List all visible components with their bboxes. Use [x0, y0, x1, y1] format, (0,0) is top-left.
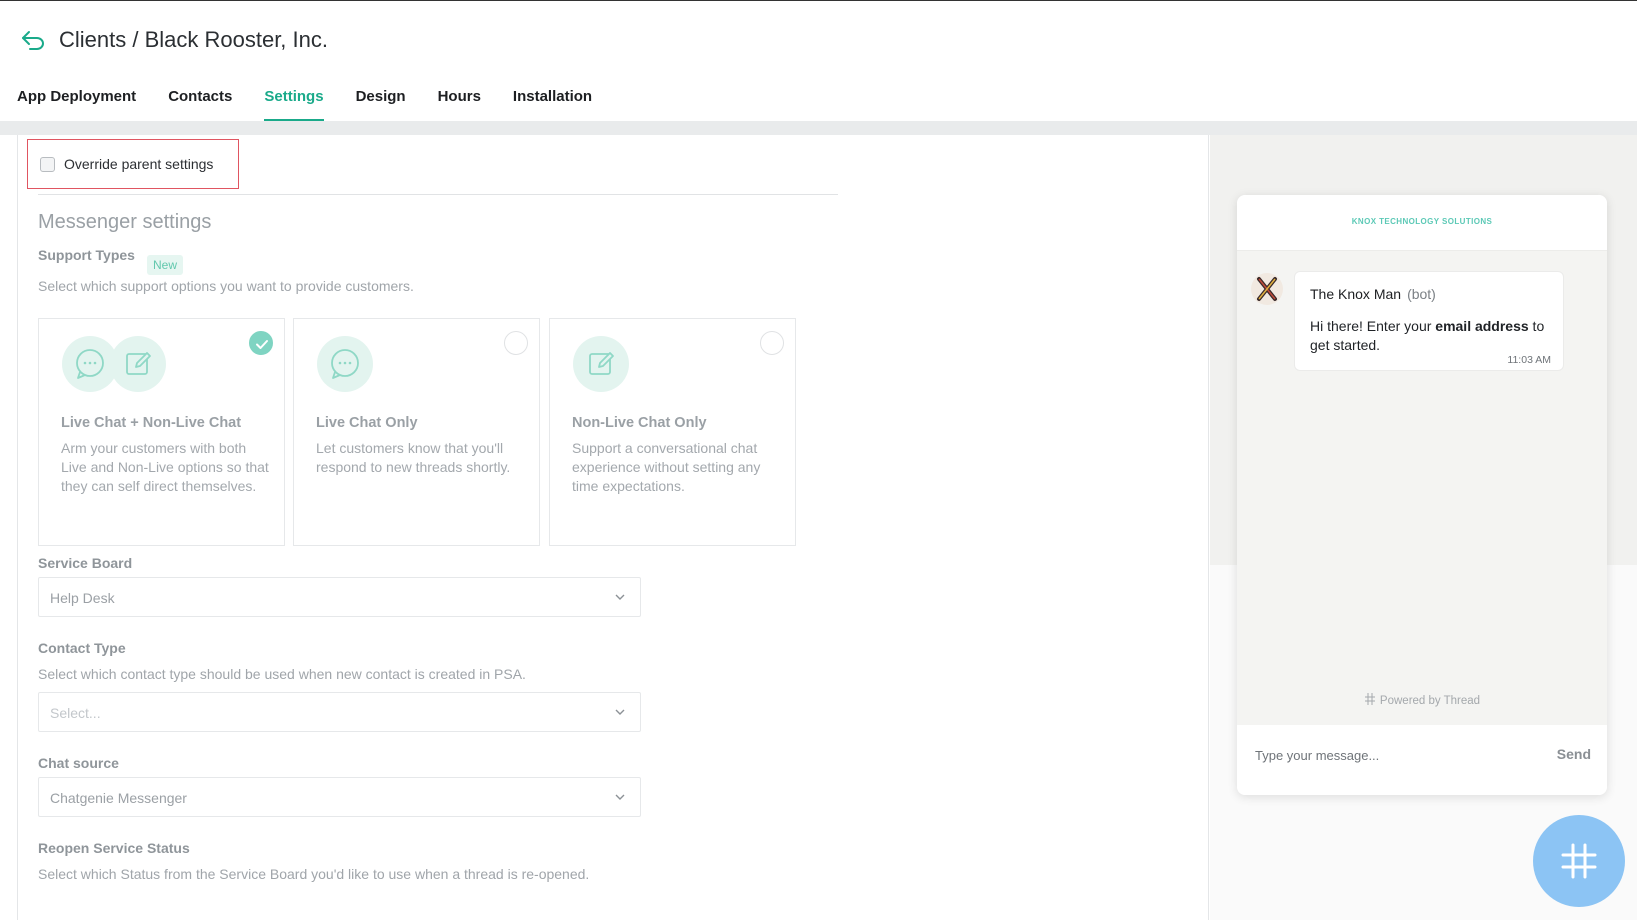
- powered-by-text: Powered by Thread: [1379, 695, 1481, 707]
- tab-settings[interactable]: Settings: [264, 87, 324, 121]
- divider: [38, 194, 838, 195]
- chat-source-label: Chat source: [38, 755, 119, 771]
- tab-installation[interactable]: Installation: [513, 87, 592, 121]
- chat-source-select[interactable]: Chatgenie Messenger: [38, 777, 641, 817]
- sender-name: The Knox Man: [1310, 286, 1402, 302]
- page-header: Clients / Black Rooster, Inc. App Deploy…: [0, 1, 1637, 121]
- support-option-live-only[interactable]: Live Chat Only Let customers know that y…: [293, 318, 540, 546]
- thread-logo-icon: [1561, 843, 1597, 879]
- service-board-label: Service Board: [38, 555, 133, 571]
- option-title: Live Chat Only: [316, 415, 418, 431]
- messenger-launcher-button[interactable]: [1533, 815, 1625, 907]
- settings-panel: Override parent settings Messenger setti…: [17, 135, 1209, 920]
- service-board-value: Help Desk: [50, 590, 115, 606]
- edit-icon: [573, 336, 629, 392]
- override-highlight: Override parent settings: [27, 139, 239, 189]
- sender-line: The Knox Man (bot): [1310, 286, 1436, 302]
- check-icon[interactable]: [249, 331, 273, 355]
- message-emphasis: email address: [1435, 318, 1529, 334]
- option-description: Let customers know that you'll respond t…: [316, 440, 511, 475]
- tab-bar: App Deployment Contacts Settings Design …: [17, 87, 624, 121]
- bot-message: The Knox Man (bot) Hi there! Enter your e…: [1294, 271, 1564, 371]
- reopen-status-label: Reopen Service Status: [38, 840, 190, 856]
- service-board-select[interactable]: Help Desk: [38, 577, 641, 617]
- support-option-nonlive-only[interactable]: Non-Live Chat Only Support a conversatio…: [549, 318, 796, 546]
- back-arrow-icon[interactable]: [20, 29, 46, 51]
- header-separator: [0, 121, 1637, 135]
- message-composer: Type your message... Send: [1237, 725, 1607, 795]
- powered-by: Powered by Thread: [1237, 692, 1607, 707]
- messenger-preview-panel: KNOX TECHNOLOGY SOLUTIONS The Knox Man (b…: [1210, 135, 1637, 920]
- support-types-description: Select which support options you want to…: [38, 278, 414, 294]
- option-title: Non-Live Chat Only: [572, 415, 707, 431]
- override-checkbox[interactable]: [40, 157, 55, 172]
- tab-app-deployment[interactable]: App Deployment: [17, 87, 136, 121]
- tab-hours[interactable]: Hours: [438, 87, 481, 121]
- edit-icon: [110, 336, 166, 392]
- tab-contacts[interactable]: Contacts: [168, 87, 232, 121]
- chevron-down-icon: [615, 594, 625, 600]
- message-input[interactable]: Type your message...: [1255, 748, 1379, 763]
- message-text: Hi there! Enter your email address to ge…: [1310, 317, 1550, 355]
- tab-design[interactable]: Design: [356, 87, 406, 121]
- thread-logo-icon: [1364, 693, 1375, 705]
- message-timestamp: 11:03 AM: [1507, 354, 1551, 366]
- reopen-status-description: Select which Status from the Service Boa…: [38, 866, 590, 882]
- brand-logo: KNOX TECHNOLOGY SOLUTIONS: [1351, 217, 1493, 226]
- option-description: Arm your customers with both Live and No…: [61, 440, 269, 494]
- contact-type-placeholder: Select...: [50, 705, 101, 721]
- widget-header: KNOX TECHNOLOGY SOLUTIONS: [1237, 195, 1607, 251]
- section-title: Messenger settings: [38, 211, 212, 233]
- contact-type-select[interactable]: Select...: [38, 692, 641, 732]
- sender-tag: (bot): [1407, 286, 1436, 302]
- chevron-down-icon: [615, 794, 625, 800]
- breadcrumb: Clients / Black Rooster, Inc.: [59, 27, 328, 52]
- new-badge: New: [147, 255, 184, 275]
- chevron-down-icon: [615, 709, 625, 715]
- override-label[interactable]: Override parent settings: [64, 156, 213, 172]
- contact-type-label: Contact Type: [38, 640, 126, 656]
- option-description: Support a conversational chat experience…: [572, 440, 761, 494]
- send-button[interactable]: Send: [1557, 746, 1591, 762]
- chat-source-value: Chatgenie Messenger: [50, 790, 187, 806]
- support-option-live-and-nonlive[interactable]: Live Chat + Non-Live Chat Arm your custo…: [38, 318, 285, 546]
- support-types-label: Support Types: [38, 247, 135, 263]
- message-part: Hi there! Enter your: [1310, 318, 1436, 334]
- messenger-widget: KNOX TECHNOLOGY SOLUTIONS The Knox Man (b…: [1237, 195, 1607, 795]
- chat-bubble-icon: [317, 336, 373, 392]
- bot-avatar: [1251, 273, 1283, 305]
- radio-button[interactable]: [760, 331, 784, 355]
- radio-button[interactable]: [504, 331, 528, 355]
- option-title: Live Chat + Non-Live Chat: [61, 415, 242, 431]
- contact-type-description: Select which contact type should be used…: [38, 666, 526, 682]
